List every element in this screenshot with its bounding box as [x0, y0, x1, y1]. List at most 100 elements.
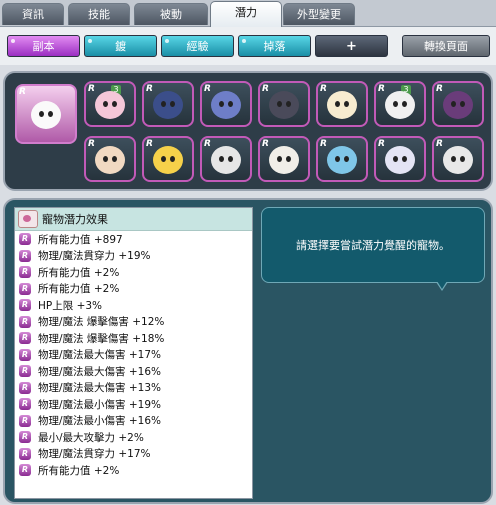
pet-slot[interactable]: R [142, 136, 194, 182]
tab-passive[interactable]: 被動 [134, 3, 208, 25]
effect-text: 物理/魔法最大傷害 +13% [38, 382, 162, 395]
pet-slot[interactable]: R3 [374, 81, 426, 127]
pet-icon [95, 90, 125, 119]
enhance-button-label: 鍍 [115, 40, 126, 53]
tab-appearance[interactable]: 外型變更 [283, 3, 355, 25]
pet-slot[interactable]: R [84, 136, 136, 182]
rarity-mark: R [436, 84, 443, 94]
effect-text: 物理/魔法最大傷害 +17% [38, 349, 162, 362]
pet-icon [153, 145, 183, 174]
rarity-r-icon: R [19, 249, 31, 262]
pet-icon [443, 90, 473, 119]
effect-row: R 物理/魔法最大傷害 +13% [15, 380, 252, 397]
effect-text: 物理/魔法貫穿力 +19% [38, 250, 151, 263]
pet-slot[interactable]: R [142, 81, 194, 127]
rarity-mark: R [204, 84, 211, 94]
filter-toolbar: 副本 鍍 經驗 掉落 + 轉換頁面 [0, 27, 496, 65]
rarity-mark: R [320, 139, 327, 149]
dot-icon [242, 39, 246, 43]
effects-list-header: 寵物潛力效果 [15, 208, 252, 231]
effect-text: 所有能力值 +2% [38, 266, 120, 279]
rarity-r-icon: R [19, 447, 31, 460]
exp-button[interactable]: 經驗 [161, 35, 234, 57]
selected-pet-slot[interactable]: R [15, 84, 77, 144]
pet-icon [153, 90, 183, 119]
rarity-mark: R [19, 87, 26, 97]
tab-info[interactable]: 資訊 [2, 3, 64, 25]
dot-icon [165, 39, 169, 43]
effects-title: 寵物潛力效果 [42, 213, 108, 226]
pet-icon [269, 90, 299, 119]
pet-icon [385, 145, 415, 174]
rarity-r-icon: R [19, 332, 31, 345]
rarity-mark: R [378, 139, 385, 149]
pet-selection-panel: R R3 R R R R R3 R R R R R R R R [3, 71, 493, 191]
switch-page-button[interactable]: 轉換頁面 [402, 35, 490, 57]
tab-skills[interactable]: 技能 [68, 3, 130, 25]
pet-slot[interactable]: R [200, 136, 252, 182]
pet-slot[interactable]: R [374, 136, 426, 182]
effect-text: 物理/魔法 爆擊傷害 +18% [38, 332, 165, 345]
rarity-r-icon: R [19, 398, 31, 411]
rarity-r-icon: R [19, 381, 31, 394]
pet-icon [95, 145, 125, 174]
pet-icon [385, 90, 415, 119]
pet-icon [327, 145, 357, 174]
effect-text: 物理/魔法最小傷害 +19% [38, 398, 162, 411]
drop-button-label: 掉落 [263, 40, 286, 53]
exp-button-label: 經驗 [186, 40, 209, 53]
tab-potential[interactable]: 潛力 [210, 1, 282, 27]
effect-text: 物理/魔法最大傷害 +16% [38, 365, 162, 378]
pet-slot[interactable]: R [432, 136, 484, 182]
dot-icon [11, 39, 15, 43]
drop-button[interactable]: 掉落 [238, 35, 311, 57]
pet-slot[interactable]: R [258, 81, 310, 127]
rarity-mark: R [146, 139, 153, 149]
pet-slot[interactable]: R [432, 81, 484, 127]
effect-text: 物理/魔法 爆擊傷害 +12% [38, 316, 165, 329]
effect-row: R 物理/魔法最大傷害 +17% [15, 347, 252, 364]
effect-row: R 物理/魔法貫穿力 +17% [15, 446, 252, 463]
pet-icon [211, 145, 241, 174]
effect-row: R 所有能力值 +2% [15, 264, 252, 281]
effect-text: 最小/最大攻擊力 +2% [38, 431, 144, 444]
rarity-r-icon: R [19, 282, 31, 295]
dungeon-button-label: 副本 [32, 40, 55, 53]
effect-text: 所有能力值 +2% [38, 283, 120, 296]
pet-slot[interactable]: R [258, 136, 310, 182]
rarity-mark: R [262, 84, 269, 94]
dungeon-button[interactable]: 副本 [7, 35, 80, 57]
pet-icon [269, 145, 299, 174]
effect-rows: R 所有能力值 +897 R 物理/魔法貫穿力 +19% R 所有能力值 +2% R 所有能力… [15, 231, 252, 479]
pet-icon [211, 90, 241, 119]
hint-text: 請選擇要嘗試潛力覺醒的寵物。 [296, 239, 450, 252]
rarity-r-icon: R [19, 348, 31, 361]
rarity-r-icon: R [19, 233, 31, 246]
rarity-r-icon: R [19, 414, 31, 427]
pet-slot[interactable]: R3 [84, 81, 136, 127]
pet-slot[interactable]: R [200, 81, 252, 127]
effect-text: 物理/魔法最小傷害 +16% [38, 415, 162, 428]
add-button[interactable]: + [315, 35, 388, 57]
effects-list[interactable]: 寵物潛力效果 R 所有能力值 +897 R 物理/魔法貫穿力 +19% R 所有能力值 +… [14, 207, 253, 499]
effect-row: R 物理/魔法 爆擊傷害 +18% [15, 330, 252, 347]
effect-text: 物理/魔法貫穿力 +17% [38, 448, 151, 461]
dot-icon [88, 39, 92, 43]
effect-text: 所有能力值 +2% [38, 464, 120, 477]
pet-icon [443, 145, 473, 174]
enhance-button[interactable]: 鍍 [84, 35, 157, 57]
rarity-r-icon: R [19, 365, 31, 378]
effect-text: HP上限 +3% [38, 299, 103, 312]
rarity-r-icon: R [19, 315, 31, 328]
pet-slot[interactable]: R [316, 136, 368, 182]
rarity-r-icon: R [19, 266, 31, 279]
rarity-mark: R [320, 84, 327, 94]
rarity-mark: R [436, 139, 443, 149]
rarity-r-icon: R [19, 464, 31, 477]
rarity-mark: R [88, 139, 95, 149]
effect-row: R 物理/魔法最小傷害 +16% [15, 413, 252, 430]
rarity-mark: R [204, 139, 211, 149]
effect-row: R 物理/魔法 爆擊傷害 +12% [15, 314, 252, 331]
pet-slot[interactable]: R [316, 81, 368, 127]
effect-row: R 所有能力值 +897 [15, 231, 252, 248]
